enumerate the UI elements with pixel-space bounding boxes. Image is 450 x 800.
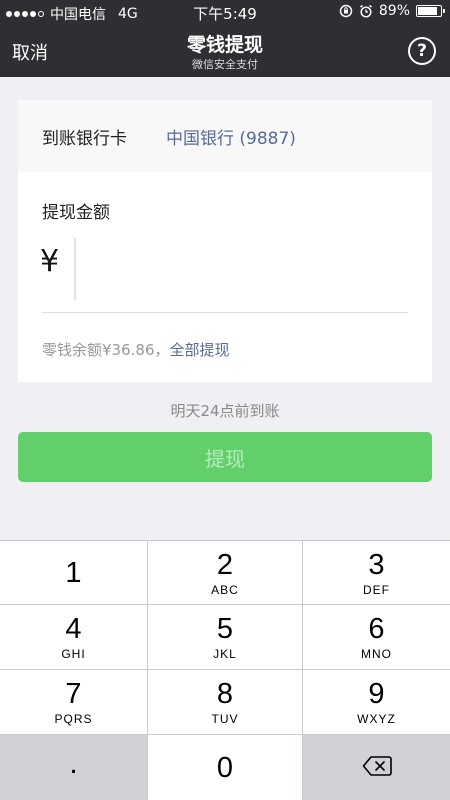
key-0[interactable]: 0 [148,735,302,800]
key-letters: DEF [363,582,390,597]
status-bar: 中国电信 4G 下午5:49 89% [0,0,450,25]
key-7[interactable]: 7 PQRS [0,670,147,734]
key-letters: GHI [61,647,86,661]
key-number: 1 [65,556,82,589]
key-5[interactable]: 5 JKL [148,605,302,669]
key-4[interactable]: 4 GHI [0,605,147,669]
key-number: 6 [368,613,385,645]
amount-divider [42,312,408,313]
key-number: 3 [368,548,385,581]
alarm-icon [359,4,373,18]
key-number: . [69,746,78,780]
amount-label: 提现金额 [42,203,110,223]
key-3[interactable]: 3 DEF [303,541,450,604]
rotation-lock-icon [339,4,353,18]
currency-symbol: ¥ [40,244,60,279]
status-right: 89% [339,3,445,19]
bank-card-row[interactable]: 到账银行卡 中国银行 (9887) [18,100,432,172]
key-number: 7 [65,678,82,710]
battery-icon [416,5,445,17]
key-letters: PQRS [54,712,93,726]
delete-key[interactable] [303,735,450,800]
balance-text: 零钱余额¥36.86， [42,341,170,359]
numeric-keypad: 1 2 ABC 3 DEF 4 GHI 5 JKL 6 MNO 7 PQRS 8… [0,540,450,800]
key-number: 4 [65,613,82,645]
key-letters: WXYZ [357,712,396,726]
battery-percent: 89% [378,3,410,19]
withdraw-button[interactable]: 提现 [18,432,432,482]
balance-row: 零钱余额¥36.86，全部提现 [42,339,230,360]
help-button[interactable]: ? [408,37,436,65]
arrival-note: 明天24点前到账 [170,402,280,420]
page-subtitle: 微信安全支付 [192,58,258,71]
key-number: 2 [216,548,234,581]
bank-card-label: 到账银行卡 [42,129,127,149]
key-letters: ABC [211,582,239,597]
key-number: 5 [216,613,234,645]
key-8[interactable]: 8 TUV [148,670,302,734]
help-icon: ? [417,41,427,61]
key-number: 0 [216,751,234,784]
navigation-bar: 取消 零钱提现 微信安全支付 ? [0,25,450,77]
key-1[interactable]: 1 [0,541,147,604]
key-decimal-point[interactable]: . [0,735,147,800]
key-number: 9 [368,678,385,710]
key-9[interactable]: 9 WXYZ [303,670,450,734]
input-cursor [74,238,76,300]
key-letters: MNO [361,647,392,661]
key-letters: TUV [211,712,239,726]
key-letters: JKL [213,647,237,661]
amount-input[interactable] [80,238,400,300]
key-6[interactable]: 6 MNO [303,605,450,669]
page-title: 零钱提现 [186,34,263,56]
withdraw-all-link[interactable]: 全部提现 [170,341,230,359]
bank-card-value: 中国银行 (9887) [166,129,296,149]
amount-panel: 提现金额 ¥ 零钱余额¥36.86，全部提现 [18,172,432,382]
backspace-icon [362,755,392,781]
key-number: 8 [216,678,234,710]
key-2[interactable]: 2 ABC [148,541,302,604]
cancel-button[interactable]: 取消 [12,39,48,65]
